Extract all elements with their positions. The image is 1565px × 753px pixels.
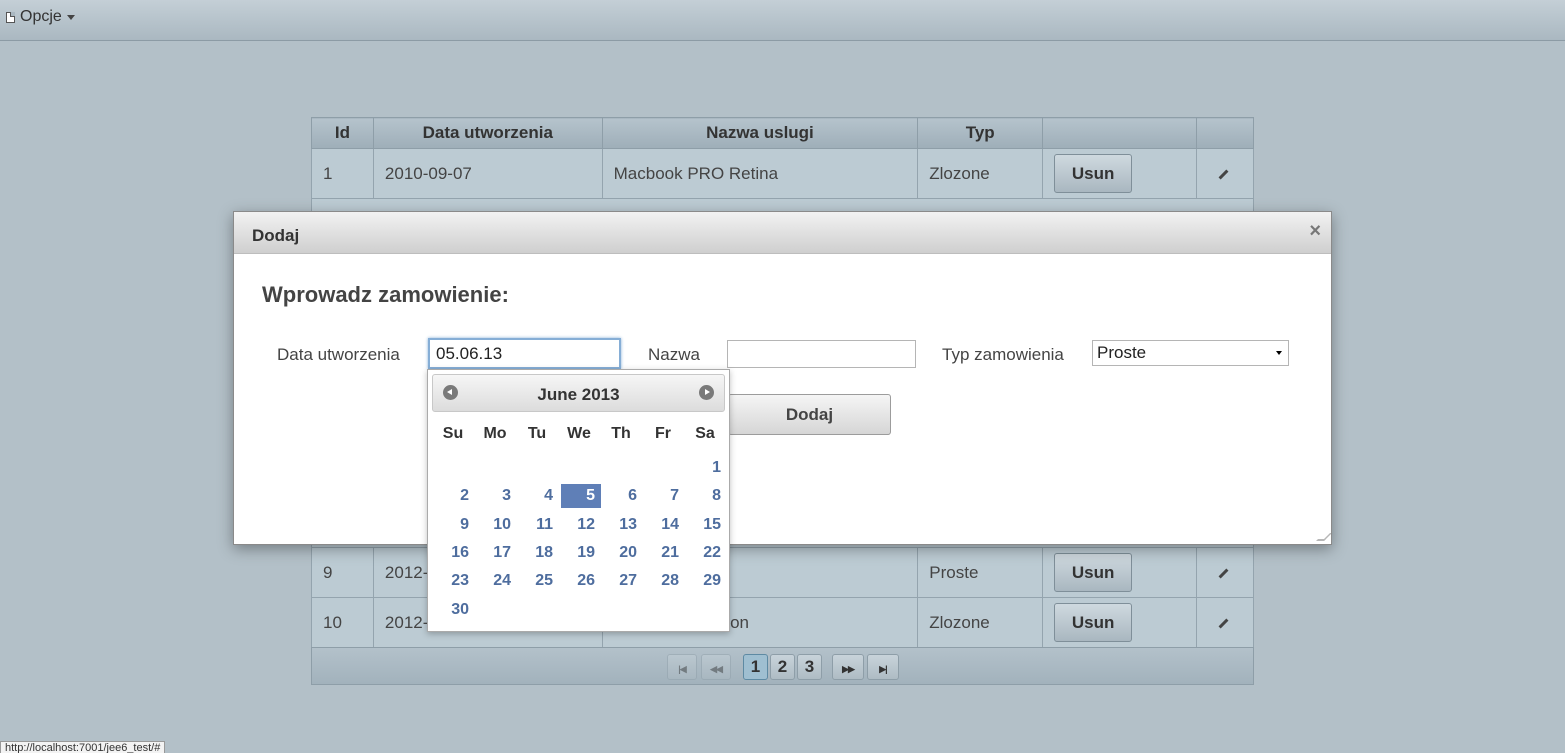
- calendar-day[interactable]: 24: [477, 569, 517, 593]
- first-page-button[interactable]: |◀: [667, 654, 697, 680]
- cell-date: 2010-09-07: [372, 148, 603, 199]
- pencil-icon[interactable]: [1218, 618, 1229, 628]
- calendar-day[interactable]: 1: [687, 456, 727, 480]
- name-label: Nazwa: [648, 345, 700, 364]
- datepicker: June 2013 Su Mo Tu We Th Fr Sa 1 2 3 4 5 6 7 8 9 10 11 12 1…: [427, 369, 730, 632]
- cell-name: Macbook PRO Retina: [601, 148, 919, 199]
- next-page-button[interactable]: ▶▶: [832, 654, 864, 680]
- page-2-button[interactable]: 2: [770, 654, 795, 680]
- weekday-header: Mo: [483, 425, 507, 442]
- usun-button[interactable]: Usun: [1054, 154, 1133, 193]
- calendar-day[interactable]: 6: [603, 484, 643, 508]
- page-1-button[interactable]: 1: [743, 654, 768, 680]
- calendar-day[interactable]: 26: [561, 569, 601, 593]
- calendar-day[interactable]: 22: [687, 541, 727, 565]
- calendar-day[interactable]: 4: [519, 484, 559, 508]
- page-icon: [6, 11, 15, 23]
- calendar-day[interactable]: 17: [477, 541, 517, 565]
- opcje-label: Opcje: [20, 8, 62, 25]
- usun-button[interactable]: Usun: [1054, 603, 1133, 642]
- col-header-edit: [1196, 117, 1254, 149]
- calendar-day[interactable]: 11: [519, 513, 559, 537]
- calendar-day[interactable]: 16: [435, 541, 475, 565]
- cell-type: Zlozone: [917, 597, 1044, 648]
- pencil-icon[interactable]: [1218, 169, 1229, 179]
- top-menubar: Opcje: [0, 0, 1565, 41]
- col-header-date: Data utworzenia: [372, 117, 603, 149]
- calendar-day[interactable]: 7: [645, 484, 685, 508]
- paginator: |◀ ◀◀ 1 2 3 ▶▶ ▶|: [311, 647, 1254, 685]
- prev-page-icon: ◀◀: [710, 664, 723, 674]
- col-header-type: Typ: [917, 117, 1044, 149]
- weekday-header: Tu: [527, 425, 547, 442]
- calendar-day[interactable]: 10: [477, 513, 517, 537]
- calendar-day[interactable]: 19: [561, 541, 601, 565]
- calendar-day[interactable]: 13: [603, 513, 643, 537]
- name-input[interactable]: [727, 340, 916, 368]
- weekday-header: Fr: [655, 425, 671, 442]
- calendar-day[interactable]: 18: [519, 541, 559, 565]
- calendar-day[interactable]: 27: [603, 569, 643, 593]
- calendar-day[interactable]: 21: [645, 541, 685, 565]
- calendar-day[interactable]: 12: [561, 513, 601, 537]
- calendar-day[interactable]: 9: [435, 513, 475, 537]
- col-header-id: Id: [311, 117, 374, 149]
- cell-id: 10: [311, 597, 374, 648]
- cell-id: 9: [311, 547, 374, 598]
- calendar-day[interactable]: 2: [435, 484, 475, 508]
- calendar-day[interactable]: 25: [519, 569, 559, 593]
- calendar-day[interactable]: 30: [435, 598, 475, 622]
- next-page-icon: ▶▶: [842, 664, 855, 674]
- calendar-day[interactable]: 14: [645, 513, 685, 537]
- calendar-day[interactable]: 20: [603, 541, 643, 565]
- usun-button[interactable]: Usun: [1054, 553, 1133, 592]
- date-label: Data utworzenia: [277, 345, 400, 364]
- form-heading: Wprowadz zamowienie:: [262, 282, 509, 307]
- calendar-day[interactable]: 23: [435, 569, 475, 593]
- datepicker-title: June 2013: [537, 385, 620, 404]
- calendar-day[interactable]: 3: [477, 484, 517, 508]
- weekday-header: Sa: [695, 425, 715, 442]
- opcje-menu[interactable]: Opcje: [6, 8, 75, 26]
- first-page-icon: |◀: [678, 664, 687, 674]
- type-label: Typ zamowienia: [942, 345, 1064, 364]
- next-month-icon[interactable]: [699, 385, 714, 400]
- type-select-value: Proste: [1097, 343, 1147, 362]
- dialog-title: Dodaj: [252, 226, 300, 245]
- prev-page-button[interactable]: ◀◀: [701, 654, 731, 680]
- date-input[interactable]: [428, 338, 621, 369]
- cell-type: Zlozone: [917, 148, 1044, 199]
- calendar-day[interactable]: 29: [687, 569, 727, 593]
- dodaj-submit-button[interactable]: Dodaj: [728, 394, 891, 435]
- calendar-day[interactable]: 28: [645, 569, 685, 593]
- selected-day[interactable]: 5: [561, 484, 601, 508]
- dialog-header: Dodaj ×: [234, 212, 1331, 254]
- page-3-button[interactable]: 3: [797, 654, 822, 680]
- last-page-icon: ▶|: [879, 664, 888, 674]
- calendar-day[interactable]: 15: [687, 513, 727, 537]
- status-bar-url: http://localhost:7001/jee6_test/#: [0, 741, 166, 753]
- col-header-name: Nazwa uslugi: [601, 117, 919, 149]
- col-header-actions: [1042, 117, 1197, 149]
- pencil-icon[interactable]: [1218, 568, 1229, 578]
- resize-grip-icon[interactable]: [1316, 533, 1332, 541]
- caret-down-icon: [66, 14, 75, 20]
- weekday-header: We: [567, 425, 591, 442]
- dodaj-dialog: Dodaj × Wprowadz zamowienie: Data utworz…: [233, 211, 1332, 545]
- weekday-header: Su: [442, 425, 464, 442]
- close-icon[interactable]: ×: [1309, 220, 1321, 243]
- weekday-header: Th: [611, 425, 631, 442]
- dropdown-arrow-icon: [1276, 351, 1282, 355]
- type-select[interactable]: Proste: [1092, 340, 1289, 366]
- cell-type: Proste: [917, 547, 1044, 598]
- cell-id: 1: [311, 148, 374, 199]
- datepicker-header: June 2013: [432, 374, 725, 412]
- calendar-day[interactable]: 8: [687, 484, 727, 508]
- last-page-button[interactable]: ▶|: [867, 654, 899, 680]
- table-row: 1 2010-09-07 Macbook PRO Retina Zlozone …: [311, 148, 1254, 199]
